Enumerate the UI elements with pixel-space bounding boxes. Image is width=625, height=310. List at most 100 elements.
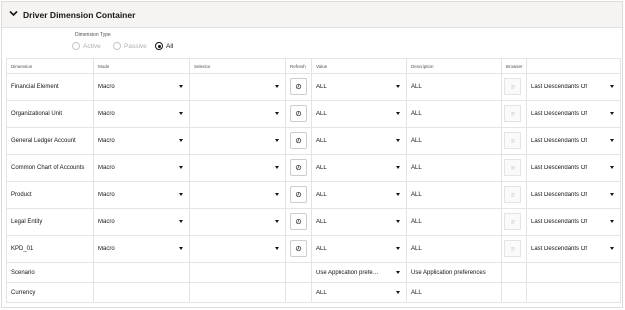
col-hierarchy: [526, 58, 621, 74]
caret-down-icon[interactable]: [610, 247, 614, 250]
mode-select[interactable]: Macro: [98, 105, 185, 123]
refresh-button[interactable]: [290, 186, 307, 203]
value-select[interactable]: ALL: [316, 186, 402, 204]
refresh-button[interactable]: [290, 105, 307, 122]
value-select[interactable]: ALL: [316, 105, 402, 123]
caret-down-icon[interactable]: [275, 85, 279, 88]
hierarchy-select[interactable]: Last Descendants Of: [531, 78, 616, 96]
browse-button[interactable]: [504, 132, 521, 149]
caret-down-icon[interactable]: [179, 220, 183, 223]
refresh-button[interactable]: [290, 213, 307, 230]
caret-down-icon[interactable]: [275, 166, 279, 169]
value-select[interactable]: ALL: [316, 240, 402, 258]
caret-down-icon[interactable]: [610, 139, 614, 142]
selector-select[interactable]: [194, 78, 281, 96]
caret-down-icon[interactable]: [179, 112, 183, 115]
refresh-icon: [295, 83, 302, 90]
caret-down-icon[interactable]: [396, 112, 400, 115]
description-cell: Use Application preferences: [406, 262, 502, 283]
value-cell: ALL: [311, 154, 407, 182]
selector-select[interactable]: [194, 132, 281, 150]
caret-down-icon[interactable]: [179, 193, 183, 196]
caret-down-icon[interactable]: [179, 139, 183, 142]
hierarchy-select[interactable]: Last Descendants Of: [531, 240, 616, 258]
caret-down-icon[interactable]: [275, 247, 279, 250]
caret-down-icon[interactable]: [179, 247, 183, 250]
radio-all-circle[interactable]: [155, 42, 163, 50]
radio-passive-circle[interactable]: [113, 42, 121, 50]
caret-down-icon[interactable]: [610, 220, 614, 223]
panel-title: Driver Dimension Container: [23, 10, 136, 20]
hierarchy-select[interactable]: Last Descendants Of: [531, 186, 616, 204]
mode-select[interactable]: Macro: [98, 186, 185, 204]
value-cell: Use Application prefe…: [311, 262, 407, 283]
browse-button[interactable]: [504, 240, 521, 257]
refresh-button[interactable]: [290, 78, 307, 95]
caret-down-icon[interactable]: [275, 193, 279, 196]
caret-down-icon[interactable]: [275, 112, 279, 115]
value-select[interactable]: ALL: [316, 159, 402, 177]
value-text: ALL: [316, 165, 327, 171]
value-select[interactable]: ALL: [316, 285, 402, 300]
value-cell: ALL: [311, 181, 407, 209]
value-select[interactable]: ALL: [316, 78, 402, 96]
caret-down-icon[interactable]: [396, 220, 400, 223]
mode-select[interactable]: Macro: [98, 78, 185, 96]
value-select[interactable]: ALL: [316, 213, 402, 231]
value-select[interactable]: Use Application prefe…: [316, 265, 402, 280]
refresh-button[interactable]: [290, 132, 307, 149]
browse-icon: [510, 112, 515, 115]
browse-button[interactable]: [504, 78, 521, 95]
caret-down-icon[interactable]: [610, 85, 614, 88]
caret-down-icon[interactable]: [179, 85, 183, 88]
panel-header[interactable]: Driver Dimension Container: [2, 2, 622, 28]
hierarchy-select[interactable]: Last Descendants Of: [531, 105, 616, 123]
caret-down-icon[interactable]: [275, 139, 279, 142]
mode-select[interactable]: Macro: [98, 132, 185, 150]
chevron-down-icon[interactable]: [9, 10, 18, 17]
selector-select[interactable]: [194, 213, 281, 231]
radio-active-circle[interactable]: [72, 42, 80, 50]
caret-down-icon[interactable]: [179, 166, 183, 169]
description-cell: ALL: [406, 127, 502, 155]
caret-down-icon[interactable]: [396, 270, 400, 274]
selector-select[interactable]: [194, 240, 281, 258]
caret-down-icon[interactable]: [396, 193, 400, 196]
refresh-button[interactable]: [290, 159, 307, 176]
refresh-cell: [285, 208, 312, 236]
browse-button[interactable]: [504, 213, 521, 230]
selector-select[interactable]: [194, 186, 281, 204]
mode-select[interactable]: Macro: [98, 159, 185, 177]
caret-down-icon[interactable]: [396, 290, 400, 294]
caret-down-icon[interactable]: [396, 85, 400, 88]
radio-all[interactable]: All: [155, 42, 173, 50]
hierarchy-select[interactable]: Last Descendants Of: [531, 213, 616, 231]
caret-down-icon[interactable]: [610, 193, 614, 196]
mode-value: Macro: [98, 246, 115, 252]
selector-select[interactable]: [194, 105, 281, 123]
dimension-name: Common Chart of Accounts: [11, 165, 85, 171]
value-select[interactable]: ALL: [316, 132, 402, 150]
refresh-cell: [285, 181, 312, 209]
caret-down-icon[interactable]: [610, 166, 614, 169]
browse-button[interactable]: [504, 159, 521, 176]
caret-down-icon[interactable]: [396, 139, 400, 142]
mode-select[interactable]: Macro: [98, 240, 185, 258]
caret-down-icon[interactable]: [610, 112, 614, 115]
table-row: KPD_01 Macro ALL ALL Last Descendants Of: [6, 235, 621, 263]
mode-select[interactable]: Macro: [98, 213, 185, 231]
dimension-cell: Common Chart of Accounts: [6, 154, 94, 182]
radio-active[interactable]: Active: [72, 42, 101, 50]
caret-down-icon[interactable]: [396, 166, 400, 169]
radio-passive[interactable]: Passive: [113, 42, 147, 50]
dimension-name: Currency: [11, 289, 36, 296]
refresh-button[interactable]: [290, 240, 307, 257]
selector-select[interactable]: [194, 159, 281, 177]
browse-button[interactable]: [504, 186, 521, 203]
caret-down-icon[interactable]: [396, 247, 400, 250]
description-text: ALL: [411, 138, 422, 144]
browse-button[interactable]: [504, 105, 521, 122]
hierarchy-select[interactable]: Last Descendants Of: [531, 132, 616, 150]
hierarchy-select[interactable]: Last Descendants Of: [531, 159, 616, 177]
caret-down-icon[interactable]: [275, 220, 279, 223]
